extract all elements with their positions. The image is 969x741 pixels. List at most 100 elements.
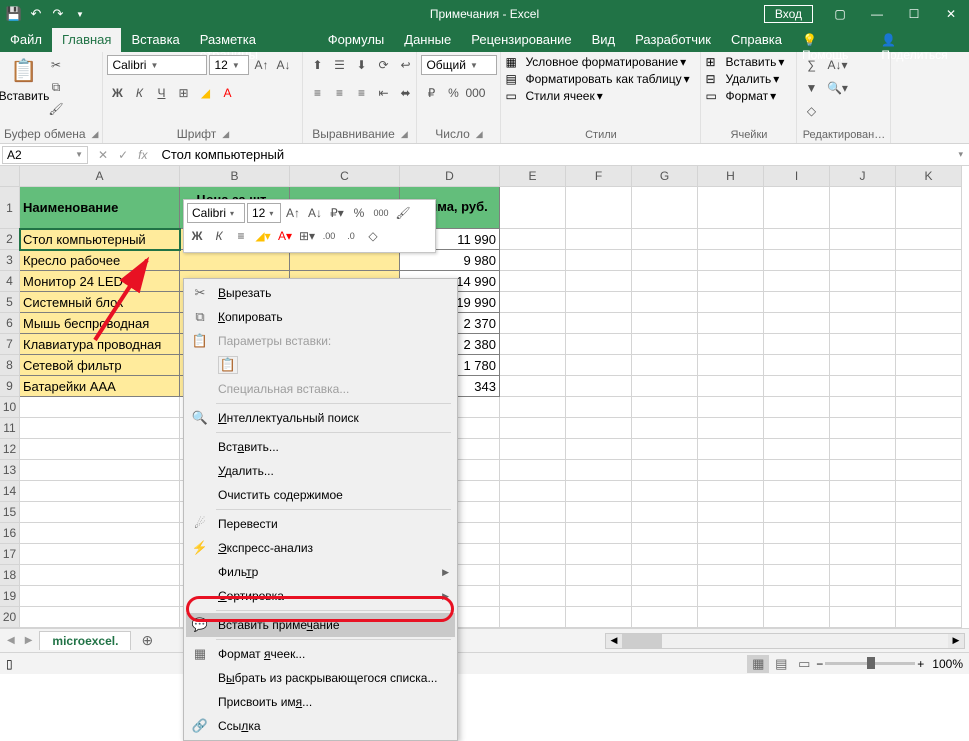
cell[interactable] bbox=[764, 355, 830, 376]
row-header-10[interactable]: 10 bbox=[0, 397, 20, 418]
fx-icon[interactable]: fx bbox=[138, 148, 147, 162]
copy-icon[interactable]: ⧉ bbox=[46, 77, 66, 97]
cell-styles-button[interactable]: ▭Стили ячеек ▾ bbox=[505, 89, 602, 103]
cell[interactable] bbox=[764, 250, 830, 271]
ctxt-insert[interactable]: Вставить... bbox=[186, 435, 455, 459]
ctxt-quick-analysis[interactable]: ⚡Экспресс-анализ bbox=[186, 536, 455, 560]
decrease-font-icon[interactable]: A↓ bbox=[273, 55, 293, 75]
orientation-icon[interactable]: ⟳ bbox=[373, 55, 393, 75]
cell[interactable] bbox=[764, 334, 830, 355]
col-header-C[interactable]: C bbox=[290, 166, 400, 187]
tab-page-layout[interactable]: Разметка страницы bbox=[190, 28, 318, 52]
page-break-view-icon[interactable]: ▭ bbox=[793, 655, 815, 673]
cell[interactable] bbox=[566, 187, 632, 229]
cell[interactable] bbox=[698, 481, 764, 502]
cell[interactable] bbox=[896, 376, 962, 397]
cell[interactable] bbox=[632, 355, 698, 376]
row-header-15[interactable]: 15 bbox=[0, 502, 20, 523]
font-name-combo[interactable]: Calibri▼ bbox=[107, 55, 207, 75]
row-header-12[interactable]: 12 bbox=[0, 439, 20, 460]
row-header-9[interactable]: 9 bbox=[0, 376, 20, 397]
row-header-11[interactable]: 11 bbox=[0, 418, 20, 439]
cancel-icon[interactable]: ✕ bbox=[98, 148, 108, 162]
fill-color-icon[interactable]: ◢ bbox=[195, 83, 215, 103]
mini-format-painter-icon[interactable]: 🖌 bbox=[393, 203, 413, 223]
cell[interactable] bbox=[632, 607, 698, 628]
delete-cells-button[interactable]: ⊟Удалить ▾ bbox=[705, 72, 779, 86]
cell[interactable] bbox=[830, 355, 896, 376]
mini-merge-icon[interactable]: ◇ bbox=[363, 226, 383, 246]
macro-record-icon[interactable]: ▯ bbox=[6, 657, 13, 671]
cell[interactable] bbox=[632, 376, 698, 397]
cell[interactable] bbox=[698, 607, 764, 628]
cell[interactable] bbox=[698, 418, 764, 439]
zoom-control[interactable]: − + 100% bbox=[816, 657, 963, 671]
mini-increase-font-icon[interactable]: A↑ bbox=[283, 203, 303, 223]
paste-button[interactable]: 📋 Вставить bbox=[4, 55, 44, 103]
cell[interactable] bbox=[830, 334, 896, 355]
maximize-button[interactable]: ☐ bbox=[896, 0, 932, 28]
cell[interactable] bbox=[764, 502, 830, 523]
cell[interactable] bbox=[632, 481, 698, 502]
cell[interactable] bbox=[566, 376, 632, 397]
cell[interactable] bbox=[698, 439, 764, 460]
align-left-icon[interactable]: ≡ bbox=[307, 83, 327, 103]
cell[interactable] bbox=[566, 565, 632, 586]
row-header-16[interactable]: 16 bbox=[0, 523, 20, 544]
mini-align-icon[interactable]: ≡ bbox=[231, 226, 251, 246]
cell[interactable] bbox=[500, 376, 566, 397]
cell[interactable] bbox=[632, 418, 698, 439]
cell[interactable] bbox=[764, 439, 830, 460]
enter-icon[interactable]: ✓ bbox=[118, 148, 128, 162]
cell[interactable] bbox=[500, 502, 566, 523]
cell[interactable] bbox=[698, 334, 764, 355]
zoom-level[interactable]: 100% bbox=[932, 657, 963, 671]
cell[interactable] bbox=[830, 586, 896, 607]
cell[interactable] bbox=[500, 607, 566, 628]
cell[interactable] bbox=[500, 271, 566, 292]
select-all-corner[interactable] bbox=[0, 166, 20, 187]
row-header-2[interactable]: 2 bbox=[0, 229, 20, 250]
cell[interactable] bbox=[632, 313, 698, 334]
cell-a9[interactable]: Батарейки AAA bbox=[20, 376, 180, 397]
cell[interactable] bbox=[500, 187, 566, 229]
launcher-icon[interactable]: ◢ bbox=[222, 129, 229, 140]
comma-icon[interactable]: 000 bbox=[465, 83, 485, 103]
cell[interactable] bbox=[698, 250, 764, 271]
percent-icon[interactable]: % bbox=[443, 83, 463, 103]
cell[interactable] bbox=[632, 187, 698, 229]
col-header-E[interactable]: E bbox=[500, 166, 566, 187]
cell[interactable] bbox=[20, 439, 180, 460]
cell[interactable] bbox=[830, 418, 896, 439]
currency-icon[interactable]: ₽ bbox=[421, 83, 441, 103]
mini-bold-button[interactable]: Ж bbox=[187, 226, 207, 246]
tab-home[interactable]: Главная bbox=[52, 28, 121, 52]
ctxt-sort[interactable]: Сортировка▶ bbox=[186, 584, 455, 608]
row-header-3[interactable]: 3 bbox=[0, 250, 20, 271]
align-top-icon[interactable]: ⬆ bbox=[307, 55, 327, 75]
col-header-F[interactable]: F bbox=[566, 166, 632, 187]
sign-in-button[interactable]: Вход bbox=[764, 5, 813, 23]
cell[interactable] bbox=[896, 439, 962, 460]
cell[interactable] bbox=[896, 187, 962, 229]
cell[interactable] bbox=[632, 544, 698, 565]
cell[interactable] bbox=[500, 481, 566, 502]
cell[interactable] bbox=[764, 292, 830, 313]
cell[interactable] bbox=[632, 292, 698, 313]
cell[interactable] bbox=[830, 607, 896, 628]
mini-dec-decimal-icon[interactable]: .00 bbox=[319, 226, 339, 246]
cell[interactable] bbox=[698, 397, 764, 418]
mini-borders-icon[interactable]: ⊞▾ bbox=[297, 226, 317, 246]
cell-a2[interactable]: Стол компьютерный bbox=[20, 229, 180, 250]
cell[interactable] bbox=[830, 502, 896, 523]
undo-icon[interactable]: ↶ bbox=[26, 4, 46, 24]
cell[interactable] bbox=[896, 334, 962, 355]
tab-insert[interactable]: Вставка bbox=[121, 28, 189, 52]
cell[interactable] bbox=[764, 229, 830, 250]
cell[interactable] bbox=[764, 376, 830, 397]
cell[interactable] bbox=[830, 313, 896, 334]
cell[interactable] bbox=[896, 397, 962, 418]
col-header-J[interactable]: J bbox=[830, 166, 896, 187]
cell-d3[interactable]: 9 980 bbox=[400, 250, 500, 271]
cell[interactable] bbox=[566, 460, 632, 481]
